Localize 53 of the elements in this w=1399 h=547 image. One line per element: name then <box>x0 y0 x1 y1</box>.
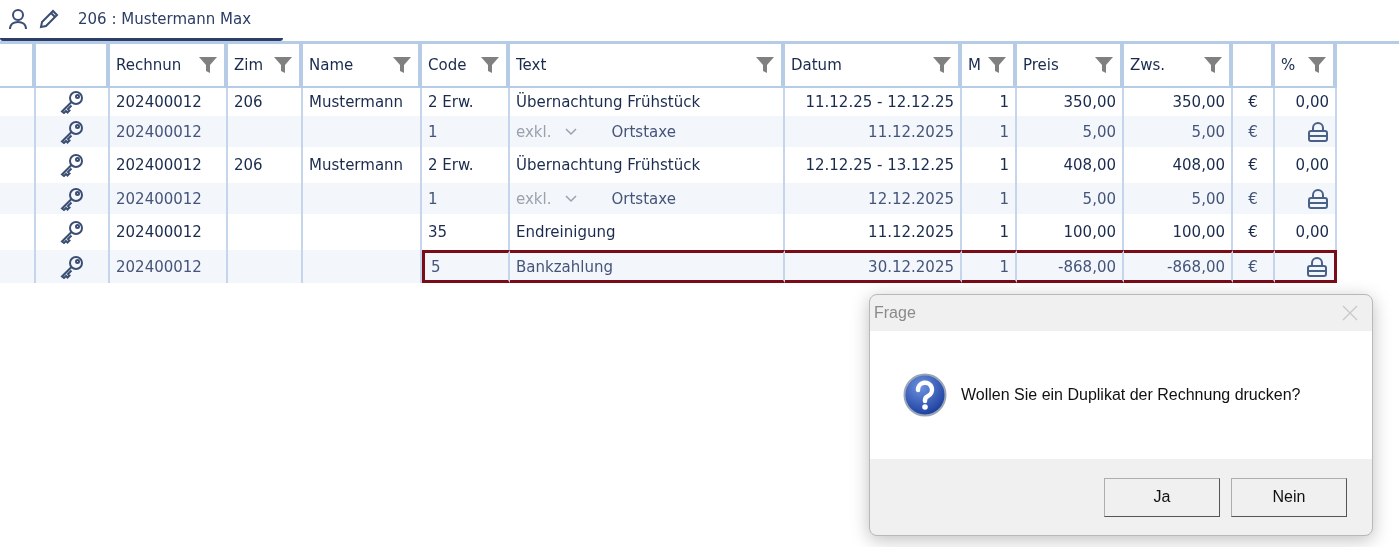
key-icon <box>59 119 85 144</box>
key-icon <box>59 186 85 211</box>
table-cell: Bankzahlung <box>510 250 785 283</box>
key-icon <box>59 220 85 244</box>
table-cell: 5,00 <box>1124 183 1233 214</box>
table-cell: 5,00 <box>1017 183 1124 214</box>
table-cell: 12.12.2025 <box>785 183 962 214</box>
table-cell: 11.12.2025 <box>785 116 962 147</box>
filter-icon[interactable] <box>932 55 952 75</box>
filter-icon[interactable] <box>1094 55 1114 75</box>
table-cell: 5,00 <box>1017 116 1124 147</box>
dialog-message: Wollen Sie ein Duplikat der Rechnung drucken? <box>961 386 1301 404</box>
table-cell: -868,00 <box>1017 250 1124 283</box>
chevron-down-icon <box>565 194 578 203</box>
table-cell: 202400012 <box>110 116 228 147</box>
table-cell: 1 <box>962 116 1017 147</box>
table-cell: 202400012 <box>110 183 228 214</box>
dialog-title: Frage <box>874 304 916 322</box>
table-cell: 5,00 <box>1124 116 1233 147</box>
table-cell: 30.12.2025 <box>785 250 962 283</box>
dialog-button[interactable]: Ja <box>1104 477 1220 517</box>
table-cell: 1 <box>422 116 510 147</box>
table-cell: 202400012 <box>110 250 228 283</box>
pencil-icon[interactable] <box>38 8 60 30</box>
table-cell: -868,00 <box>1124 250 1233 283</box>
chevron-down-icon <box>565 127 578 136</box>
filter-icon[interactable] <box>198 55 218 75</box>
filter-icon[interactable] <box>392 55 412 75</box>
person-icon <box>8 8 28 30</box>
filter-icon[interactable] <box>480 55 500 75</box>
key-icon <box>59 153 85 177</box>
filter-icon[interactable] <box>987 55 1007 75</box>
lock-icon <box>1307 120 1329 143</box>
key-icon <box>59 90 85 114</box>
filter-icon[interactable] <box>755 55 775 75</box>
lock-icon <box>1307 187 1329 210</box>
dialog-button[interactable]: Nein <box>1231 477 1347 517</box>
item-text: Ortstaxe <box>611 189 676 208</box>
question-icon <box>903 373 947 417</box>
table-cell: € <box>1233 116 1275 147</box>
filter-icon[interactable] <box>1307 55 1327 75</box>
table-cell: 1 <box>962 183 1017 214</box>
tab[interactable]: 206 : Mustermann Max <box>0 0 283 41</box>
item-text: Ortstaxe <box>611 122 676 141</box>
table-cell: 1 <box>422 183 510 214</box>
table-cell: € <box>1233 250 1275 283</box>
filter-icon[interactable] <box>1203 55 1223 75</box>
filter-icon[interactable] <box>273 55 293 75</box>
key-icon <box>59 254 85 279</box>
table-cell: € <box>1233 183 1275 214</box>
lock-icon <box>1306 255 1328 278</box>
table-cell: 1 <box>962 250 1017 283</box>
table-cell: 5 <box>422 250 510 283</box>
